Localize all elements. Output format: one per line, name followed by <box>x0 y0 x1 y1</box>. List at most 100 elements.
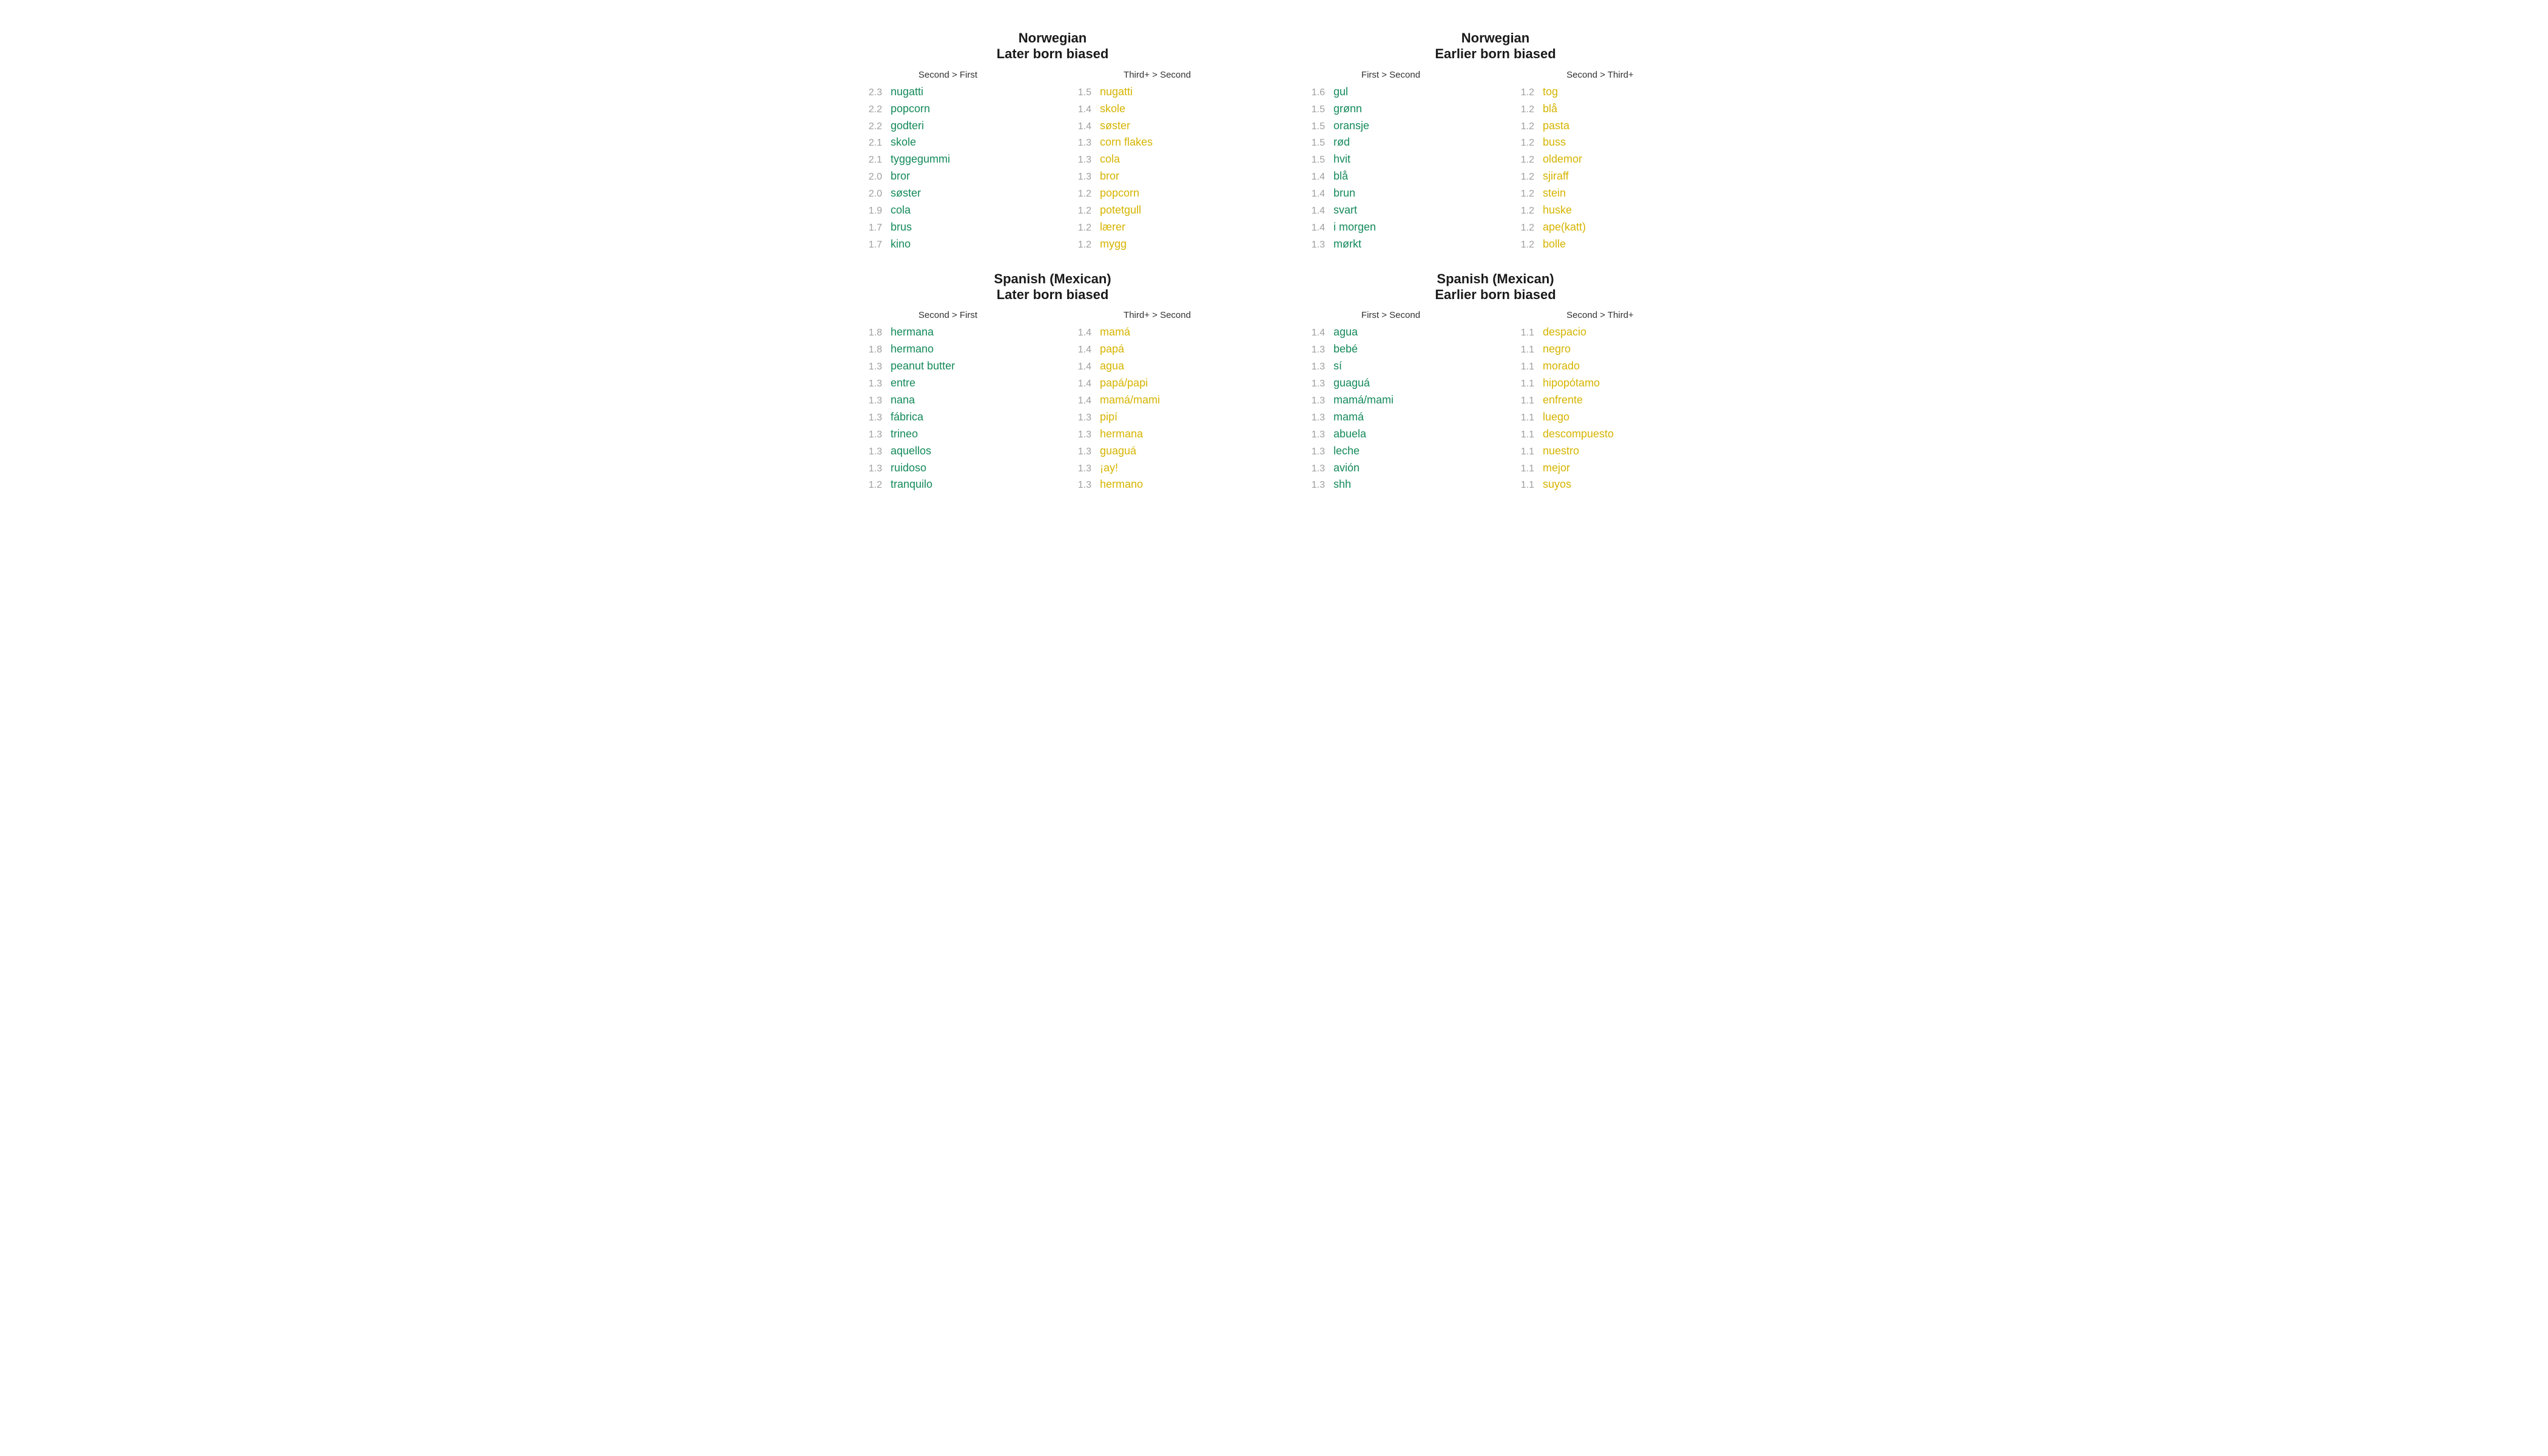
value: 2.0 <box>855 187 882 202</box>
value: 1.1 <box>1508 428 1534 443</box>
list-item: 1.2lærer <box>1065 219 1250 236</box>
value: 1.6 <box>1298 86 1325 101</box>
word: mamá <box>1091 324 1130 341</box>
word: bebé <box>1325 341 1358 358</box>
list-item: 1.2blå <box>1508 101 1693 118</box>
list-item: 1.3peanut butter <box>855 358 1040 375</box>
list-item: 1.4blå <box>1298 168 1483 185</box>
word: skole <box>1091 101 1125 118</box>
panel-title: Spanish (Mexican)Earlier born biased <box>1298 271 1693 303</box>
panel-columns: First > Second1.4agua1.3bebé1.3sí1.3guag… <box>1298 310 1693 493</box>
word: popcorn <box>1091 185 1139 202</box>
value: 1.3 <box>1065 428 1091 443</box>
list-item: 1.1suyos <box>1508 476 1693 493</box>
list-item: 1.3trineo <box>855 426 1040 443</box>
value: 1.1 <box>1508 411 1534 426</box>
value: 1.4 <box>1065 326 1091 341</box>
list-item: 1.3cola <box>1065 151 1250 168</box>
word: hermana <box>1091 426 1143 443</box>
value: 1.3 <box>855 411 882 426</box>
word: kino <box>882 236 911 253</box>
list-item: 1.3ruidoso <box>855 460 1040 477</box>
word: potetgull <box>1091 202 1141 219</box>
value: 1.3 <box>1065 462 1091 477</box>
word: mamá/mami <box>1091 392 1160 409</box>
word: lærer <box>1091 219 1125 236</box>
word: bolle <box>1534 236 1566 253</box>
word: mygg <box>1091 236 1127 253</box>
column-header: Second > First <box>855 70 1040 80</box>
value: 1.2 <box>1508 153 1534 168</box>
list-item: 2.2popcorn <box>855 101 1040 118</box>
list-item: 1.8hermano <box>855 341 1040 358</box>
list-item: 1.1hipopótamo <box>1508 375 1693 392</box>
list-item: 1.8hermana <box>855 324 1040 341</box>
column-header: Second > First <box>855 310 1040 320</box>
list-item: 1.3corn flakes <box>1065 134 1250 151</box>
value: 1.4 <box>1065 360 1091 375</box>
list-item: 1.2buss <box>1508 134 1693 151</box>
panel-nor-earlier: NorwegianEarlier born biasedFirst > Seco… <box>1298 24 1693 253</box>
value: 1.5 <box>1298 103 1325 118</box>
word: avión <box>1325 460 1360 477</box>
value: 1.3 <box>1298 478 1325 493</box>
value: 1.1 <box>1508 326 1534 341</box>
value: 1.5 <box>1298 153 1325 168</box>
list-item: 1.2popcorn <box>1065 185 1250 202</box>
value: 1.3 <box>1298 238 1325 253</box>
list-item: 1.1morado <box>1508 358 1693 375</box>
word: rød <box>1325 134 1350 151</box>
word: papá/papi <box>1091 375 1148 392</box>
list-item: 1.2huske <box>1508 202 1693 219</box>
list-item: 1.4papá/papi <box>1065 375 1250 392</box>
list-item: 1.3avión <box>1298 460 1483 477</box>
list-item: 1.4skole <box>1065 101 1250 118</box>
list-item: 1.4brun <box>1298 185 1483 202</box>
value: 1.3 <box>1065 136 1091 151</box>
word: leche <box>1325 443 1360 460</box>
list-item: 1.1enfrente <box>1508 392 1693 409</box>
column-header: Third+ > Second <box>1065 70 1250 80</box>
value: 1.3 <box>855 428 882 443</box>
value: 1.1 <box>1508 445 1534 460</box>
value: 1.8 <box>855 326 882 341</box>
value: 1.3 <box>1298 462 1325 477</box>
word-list: 1.6gul1.5grønn1.5oransje1.5rød1.5hvit1.4… <box>1298 84 1483 253</box>
list-item: 1.4mamá/mami <box>1065 392 1250 409</box>
value: 1.2 <box>1065 187 1091 202</box>
list-item: 1.2potetgull <box>1065 202 1250 219</box>
list-item: 1.2mygg <box>1065 236 1250 253</box>
value: 1.2 <box>1508 120 1534 135</box>
list-item: 1.3nana <box>855 392 1040 409</box>
value: 1.2 <box>1508 238 1534 253</box>
value: 1.5 <box>1065 86 1091 101</box>
word: entre <box>882 375 915 392</box>
value: 1.4 <box>1065 377 1091 392</box>
value: 1.2 <box>1508 86 1534 101</box>
column-spa-later-b: Third+ > Second1.4mamá1.4papá1.4agua1.4p… <box>1065 310 1250 493</box>
word: nugatti <box>882 84 923 101</box>
word: hermano <box>1091 476 1143 493</box>
word: ruidoso <box>882 460 926 477</box>
panel-columns: Second > First1.8hermana1.8hermano1.3pea… <box>855 310 1250 493</box>
list-item: 1.4søster <box>1065 118 1250 135</box>
column-spa-earlier-b: Second > Third+1.1despacio1.1negro1.1mor… <box>1508 310 1693 493</box>
value: 1.4 <box>1065 120 1091 135</box>
panel-nor-later: NorwegianLater born biasedSecond > First… <box>855 24 1250 253</box>
word: agua <box>1325 324 1358 341</box>
value: 2.2 <box>855 103 882 118</box>
word: huske <box>1534 202 1572 219</box>
word: popcorn <box>882 101 930 118</box>
value: 1.2 <box>855 478 882 493</box>
list-item: 1.5rød <box>1298 134 1483 151</box>
word: mamá/mami <box>1325 392 1394 409</box>
panel-spa-earlier: Spanish (Mexican)Earlier born biasedFirs… <box>1298 265 1693 494</box>
value: 1.3 <box>1065 478 1091 493</box>
list-item: 2.2godteri <box>855 118 1040 135</box>
column-header: Third+ > Second <box>1065 310 1250 320</box>
list-item: 1.2ape(katt) <box>1508 219 1693 236</box>
word: fábrica <box>882 409 923 426</box>
list-item: 2.1tyggegummi <box>855 151 1040 168</box>
list-item: 1.3guaguá <box>1065 443 1250 460</box>
word: sjiraff <box>1534 168 1569 185</box>
